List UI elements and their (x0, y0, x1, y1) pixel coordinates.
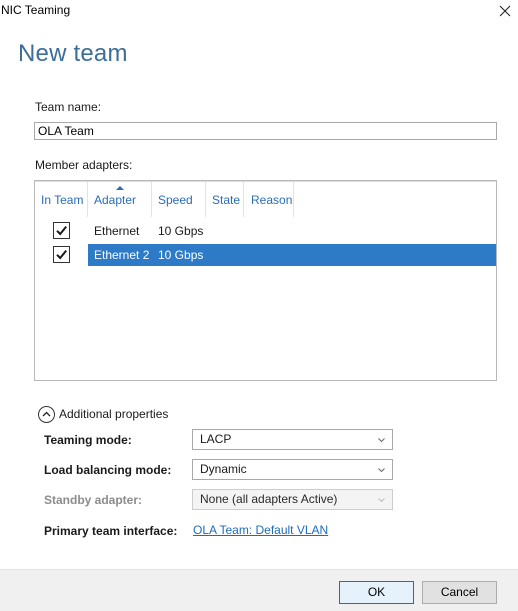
teaming-mode-select[interactable]: LACP (192, 429, 393, 450)
ok-button[interactable]: OK (339, 581, 414, 604)
member-adapters-list[interactable]: In Team Adapter Speed State Reason Ether… (34, 180, 497, 381)
table-row[interactable]: Ethernet 2 10 Gbps (35, 244, 496, 266)
teaming-mode-label: Teaming mode: (44, 433, 132, 447)
close-icon (499, 5, 511, 17)
window-title: NIC Teaming (1, 3, 71, 17)
in-team-checkbox[interactable] (53, 246, 70, 263)
list-header: In Team Adapter Speed State Reason (35, 181, 496, 217)
column-header-adapter[interactable]: Adapter (88, 182, 152, 217)
checkmark-icon (56, 249, 67, 260)
speed-cell: 10 Gbps (158, 248, 204, 262)
teaming-mode-value: LACP (200, 432, 232, 446)
column-header-speed[interactable]: Speed (152, 182, 206, 217)
in-team-checkbox[interactable] (53, 222, 70, 239)
primary-interface-link[interactable]: OLA Team: Default VLAN (193, 523, 328, 537)
table-row[interactable]: Ethernet 10 Gbps (35, 220, 496, 242)
team-name-label: Team name: (35, 100, 102, 114)
cancel-button[interactable]: Cancel (422, 581, 497, 604)
column-header-label: In Team (41, 192, 84, 207)
column-header-label: State (212, 192, 241, 207)
column-header-label: Speed (158, 192, 193, 207)
column-header-label: Reason (251, 192, 293, 207)
adapter-cell: Ethernet 2 (94, 248, 150, 262)
additional-properties-label: Additional properties (59, 407, 169, 421)
collapse-icon (38, 405, 55, 423)
additional-properties-toggle[interactable]: Additional properties (38, 405, 168, 423)
primary-interface-label: Primary team interface: (44, 524, 178, 538)
load-balancing-label: Load balancing mode: (44, 463, 172, 477)
member-adapters-label: Member adapters: (35, 158, 133, 172)
standby-adapter-value: None (all adapters Active) (200, 492, 338, 506)
chevron-down-icon (378, 430, 385, 449)
chevron-down-icon (378, 460, 385, 479)
column-header-in-team[interactable]: In Team (35, 182, 88, 217)
column-header-label: Adapter (94, 192, 137, 207)
team-name-input[interactable] (34, 122, 497, 140)
standby-adapter-label: Standby adapter: (44, 493, 143, 507)
page-title: New team (18, 40, 128, 67)
chevron-down-icon (378, 490, 385, 509)
sort-ascending-icon (115, 186, 124, 190)
standby-adapter-select: None (all adapters Active) (192, 489, 393, 510)
column-header-state[interactable]: State (206, 182, 244, 217)
column-header-reason[interactable]: Reason (244, 182, 294, 217)
adapter-cell: Ethernet (94, 224, 140, 238)
speed-cell: 10 Gbps (158, 224, 204, 238)
close-button[interactable] (492, 0, 518, 22)
checkmark-icon (56, 225, 67, 236)
title-bar: NIC Teaming (0, 0, 518, 22)
load-balancing-select[interactable]: Dynamic (192, 459, 393, 480)
load-balancing-value: Dynamic (200, 462, 247, 476)
